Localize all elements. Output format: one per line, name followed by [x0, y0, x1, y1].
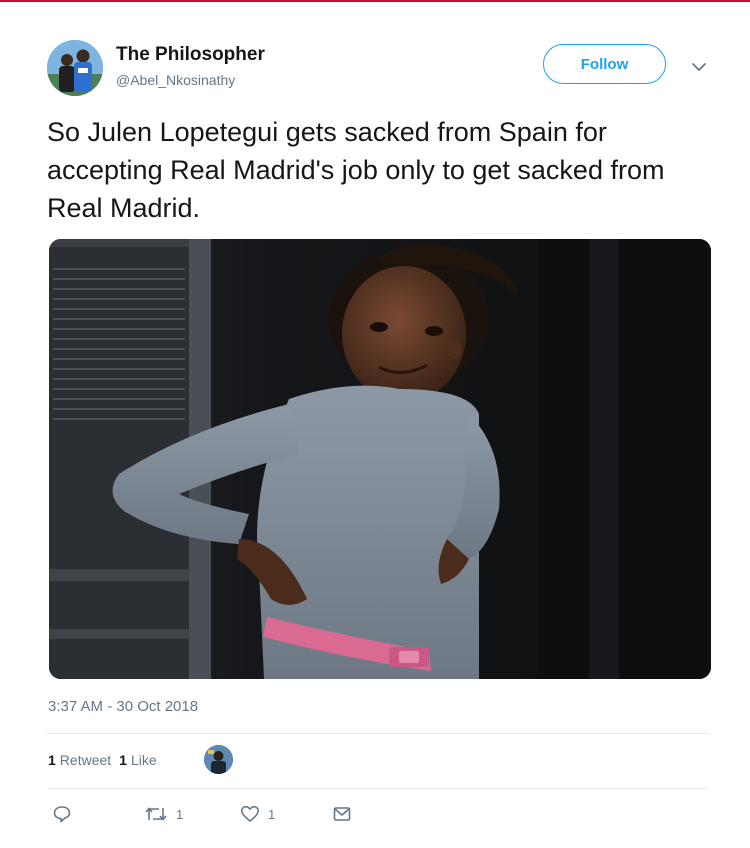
- display-name[interactable]: The Philosopher: [116, 44, 265, 66]
- follow-button[interactable]: Follow: [543, 44, 666, 84]
- retweet-stat[interactable]: 1 Retweet: [48, 752, 111, 768]
- message-button[interactable]: [332, 804, 352, 824]
- liker-avatar-photo: [204, 745, 233, 774]
- retweet-count: 1: [176, 806, 184, 822]
- tweet-photo[interactable]: [49, 239, 711, 679]
- tweet-text: So Julen Lopetegui gets sacked from Spai…: [47, 117, 665, 223]
- retweet-button[interactable]: 1: [144, 804, 183, 824]
- action-bar: 1 1: [48, 804, 448, 828]
- like-stat-label: Like: [130, 752, 157, 768]
- like-stat-count: 1: [119, 752, 127, 768]
- avatar[interactable]: [47, 40, 103, 96]
- retweet-icon: [145, 807, 167, 821]
- divider-top: [47, 733, 709, 734]
- avatar-photo: [47, 40, 103, 96]
- engagement-stats: 1 Retweet 1 Like: [48, 752, 157, 768]
- reply-button[interactable]: [52, 804, 72, 824]
- like-stat[interactable]: 1 Like: [119, 752, 156, 768]
- like-button[interactable]: 1: [240, 804, 275, 824]
- top-border: [0, 0, 750, 2]
- heart-icon: [241, 805, 259, 822]
- child-photo-illustration: [49, 239, 711, 679]
- retweet-stat-label: Retweet: [59, 752, 112, 768]
- tweet-timestamp[interactable]: 3:37 AM - 30 Oct 2018: [48, 698, 198, 715]
- retweet-stat-count: 1: [48, 752, 56, 768]
- like-count: 1: [268, 806, 276, 822]
- liker-avatar[interactable]: [204, 745, 233, 774]
- divider-bottom: [47, 788, 709, 789]
- envelope-icon: [333, 807, 351, 821]
- user-handle[interactable]: @Abel_Nkosinathy: [116, 72, 235, 88]
- reply-icon: [53, 806, 71, 823]
- chevron-down-icon[interactable]: [688, 56, 710, 78]
